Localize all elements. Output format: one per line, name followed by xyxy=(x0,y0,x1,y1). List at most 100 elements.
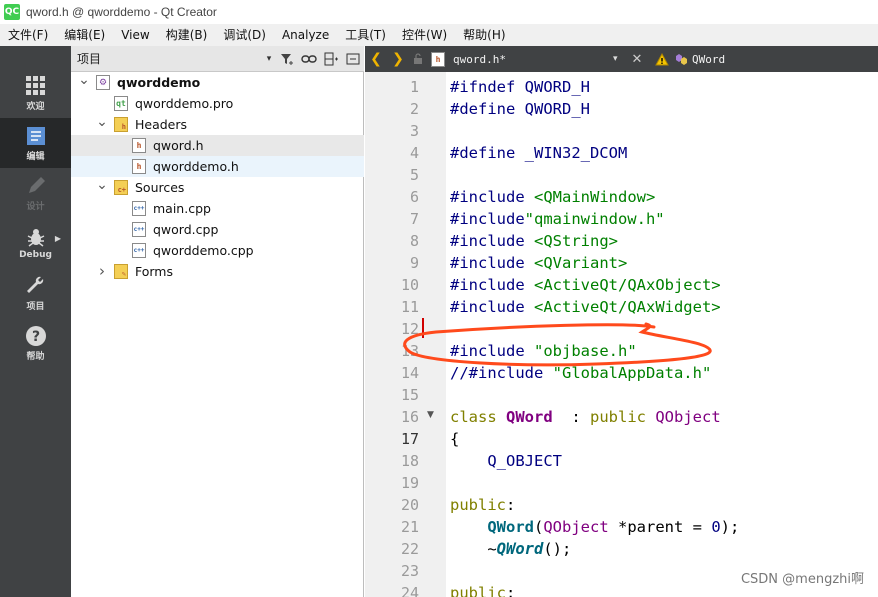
menu-item[interactable]: 文件(F) xyxy=(0,24,56,46)
cpp-file-icon: c++ xyxy=(132,243,146,258)
tree-item[interactable]: ⌄ c+ Sources xyxy=(71,177,364,198)
code-token: QWord xyxy=(487,518,534,536)
code-token: #ifndef QWORD_H xyxy=(450,78,590,96)
code-token: #include xyxy=(450,232,534,250)
code-line: Q_OBJECT xyxy=(450,450,562,472)
line-number: 19 xyxy=(400,474,419,492)
menu-item[interactable]: 调试(D) xyxy=(215,24,274,46)
tree-item[interactable]: h qworddemo.h xyxy=(71,156,364,177)
link-icon[interactable] xyxy=(298,48,320,70)
grid-icon xyxy=(25,75,47,97)
menu-item[interactable]: 控件(W) xyxy=(394,24,455,46)
warning-icon[interactable] xyxy=(653,52,671,66)
lock-icon[interactable] xyxy=(409,46,427,72)
code-token: #include xyxy=(450,298,534,316)
fold-marker-icon[interactable]: ▼ xyxy=(427,410,434,420)
code-line: QWord(QObject *parent = 0); xyxy=(450,516,739,538)
forward-arrow-icon[interactable]: ❯ xyxy=(387,46,409,72)
code-token: ( xyxy=(534,518,544,536)
line-number: 1 xyxy=(409,78,419,96)
editor-toolbar: ❮ ❯ h qword.h* ▾ ✕ QWord xyxy=(365,46,878,72)
line-number: 3 xyxy=(409,122,419,140)
code-token: public xyxy=(590,408,656,426)
line-number: 23 xyxy=(400,562,419,580)
menu-item[interactable]: 工具(T) xyxy=(337,24,394,46)
mode-grid[interactable]: 欢迎 xyxy=(0,68,71,118)
code-line: #include "objbase.h" xyxy=(450,340,637,362)
pane-dropdown-icon[interactable]: ▾ xyxy=(262,48,276,70)
tree-item[interactable]: › ✎ Forms xyxy=(71,261,364,282)
line-number: 9 xyxy=(409,254,419,272)
tree-item[interactable]: c++ qword.cpp xyxy=(71,219,364,240)
mode-edit-document[interactable]: 编辑 xyxy=(0,118,71,168)
menu-item[interactable]: 帮助(H) xyxy=(455,24,513,46)
chevron-down-icon[interactable]: ⌄ xyxy=(96,114,108,130)
code-token: #define QWORD_H xyxy=(450,100,590,118)
code-editor[interactable]: #ifndef QWORD_H #define QWORD_H #define _W… xyxy=(446,72,878,597)
code-token: <ActiveQt/QAxObject> xyxy=(534,276,721,294)
code-token: *parent = xyxy=(608,518,712,536)
tree-item[interactable]: ⌄ h Headers xyxy=(71,114,364,135)
code-token: ); xyxy=(720,518,740,536)
pro-file-icon: qt xyxy=(114,96,128,111)
code-token: QWord xyxy=(496,540,544,558)
code-token: : xyxy=(506,584,516,597)
filter-icon[interactable] xyxy=(276,48,298,70)
help-icon: ? xyxy=(25,325,47,347)
code-line: //#include "GlobalAppData.h" xyxy=(450,362,711,384)
back-arrow-icon[interactable]: ❮ xyxy=(365,46,387,72)
code-token: public xyxy=(450,496,506,514)
code-line: class QWord : public QObject xyxy=(450,406,721,428)
mode-bug[interactable]: Debug ▶ xyxy=(0,218,71,268)
chevron-right-icon[interactable]: › xyxy=(97,262,107,280)
class-symbol-icon xyxy=(676,54,687,65)
chevron-down-icon[interactable]: ⌄ xyxy=(78,72,90,88)
split-icon[interactable] xyxy=(320,48,342,70)
tree-item-label: qword.cpp xyxy=(153,222,219,237)
tree-item[interactable]: ⌄ ⚙ qworddemo xyxy=(71,72,364,93)
tree-item[interactable]: c++ main.cpp xyxy=(71,198,364,219)
menu-item[interactable]: 构建(B) xyxy=(158,24,216,46)
project-pane-toolbar: 项目 ▾ xyxy=(71,46,364,72)
text-cursor xyxy=(422,318,424,338)
tree-item-label: qworddemo xyxy=(117,75,201,90)
mode-label: Debug xyxy=(19,250,52,260)
watermark: CSDN @mengzhi啊 xyxy=(740,572,864,587)
line-number: 14 xyxy=(400,364,419,382)
code-line: public: xyxy=(450,494,515,516)
tree-item-label: qworddemo.cpp xyxy=(153,243,254,258)
menu-item[interactable]: View xyxy=(113,24,157,46)
tree-item[interactable]: c++ qworddemo.cpp xyxy=(71,240,364,261)
code-token: "qmainwindow.h" xyxy=(524,210,665,228)
code-line: #define _WIN32_DCOM xyxy=(450,142,627,164)
menu-item[interactable]: Analyze xyxy=(274,24,337,46)
code-line: ~QWord(); xyxy=(450,538,571,560)
chevron-down-icon[interactable]: ⌄ xyxy=(96,177,108,193)
symbol-name: QWord xyxy=(692,52,726,66)
project-icon: ⚙ xyxy=(96,75,110,90)
line-number: 12 xyxy=(400,320,419,338)
code-token: "objbase.h" xyxy=(534,342,637,360)
line-number: 11 xyxy=(400,298,419,316)
code-line: { xyxy=(450,428,459,450)
code-token: #include xyxy=(450,254,534,272)
wrench-icon xyxy=(25,275,47,297)
menu-item[interactable]: 编辑(E) xyxy=(56,24,113,46)
tree-item-label: Forms xyxy=(135,264,174,279)
open-document-name[interactable]: qword.h* xyxy=(453,53,613,66)
line-number: 5 xyxy=(409,166,419,184)
close-document-icon[interactable]: ✕ xyxy=(627,52,647,67)
mode-wrench[interactable]: 项目 xyxy=(0,268,71,318)
submenu-arrow-icon: ▶ xyxy=(54,234,61,243)
mode-help[interactable]: ? 帮助 xyxy=(0,318,71,368)
code-token: public xyxy=(450,584,506,597)
tree-item[interactable]: h qword.h xyxy=(71,135,364,156)
code-token: #define _WIN32_DCOM xyxy=(450,144,628,162)
code-token: "GlobalAppData.h" xyxy=(552,364,712,382)
code-line: #include <QMainWindow> xyxy=(450,186,655,208)
symbol-selector[interactable]: QWord xyxy=(675,53,725,66)
close-pane-icon[interactable] xyxy=(342,48,364,70)
line-number: 10 xyxy=(400,276,419,294)
document-dropdown-icon[interactable]: ▾ xyxy=(613,54,627,64)
tree-item[interactable]: qt qworddemo.pro xyxy=(71,93,364,114)
